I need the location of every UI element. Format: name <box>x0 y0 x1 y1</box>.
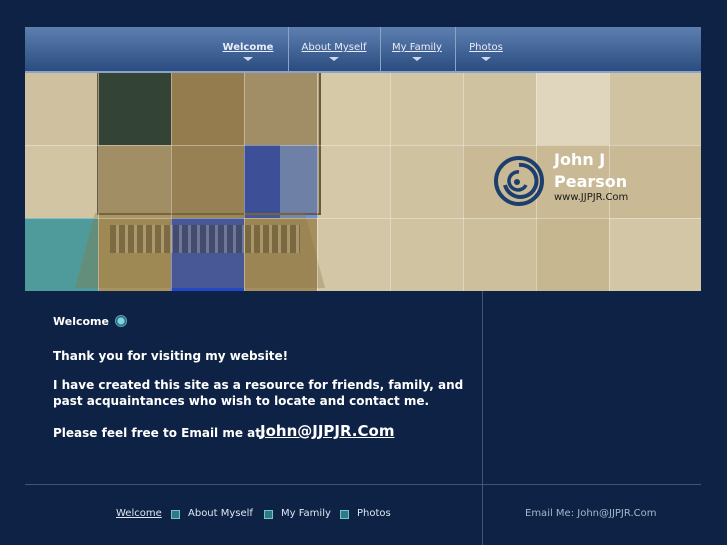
page-title: Welcome <box>53 315 109 328</box>
footer-email[interactable]: Email Me: John@JJPJR.Com <box>525 508 656 519</box>
radio-bullet-icon <box>115 315 127 327</box>
nav-welcome[interactable]: Welcome <box>215 27 281 71</box>
nav-my-family[interactable]: My Family <box>387 27 447 71</box>
column-divider <box>482 291 483 545</box>
grid-line <box>25 145 701 146</box>
banner-tile <box>536 73 609 145</box>
grid-line <box>463 73 464 291</box>
banner-tile <box>463 218 536 291</box>
banner-tile <box>609 218 701 291</box>
footer-link-photos[interactable]: Photos <box>357 508 391 519</box>
page-frame: Welcome About Myself My Family Photos Jo… <box>25 27 701 545</box>
square-bullet-icon <box>340 510 349 519</box>
grid-line <box>171 73 172 291</box>
triangle-down-icon <box>243 57 253 61</box>
thanks-text: Thank you for visiting my website! <box>53 349 289 363</box>
grid-line <box>390 73 391 291</box>
resource-text-line2: past acquaintances who wish to locate an… <box>53 394 430 408</box>
nav-photos-label[interactable]: Photos <box>463 42 509 53</box>
square-bullet-icon <box>171 510 180 519</box>
footer-divider <box>25 484 701 485</box>
nav-divider <box>288 27 289 71</box>
banner-tile <box>317 73 390 145</box>
header-banner: John J Pearson www.JJPJR.Com <box>25 73 701 291</box>
grid-line <box>317 73 318 291</box>
grid-line <box>25 218 701 219</box>
nav-divider <box>380 27 381 71</box>
banner-tile <box>463 73 536 145</box>
grid-line <box>98 73 99 291</box>
nav-welcome-label[interactable]: Welcome <box>215 42 281 53</box>
banner-tile <box>317 145 390 218</box>
square-bullet-icon <box>264 510 273 519</box>
brand-name-line2: Pearson <box>554 172 628 191</box>
triangle-down-icon <box>412 57 422 61</box>
triangle-down-icon <box>329 57 339 61</box>
email-prompt: Please feel free to Email me at: <box>53 426 266 440</box>
email-link[interactable]: John@JJPJR.Com <box>260 422 394 440</box>
banner-tile <box>25 145 98 218</box>
triangle-down-icon <box>481 57 491 61</box>
footer-link-welcome[interactable]: Welcome <box>116 508 162 519</box>
banner-tile <box>390 73 463 145</box>
nav-my-family-label[interactable]: My Family <box>387 42 447 53</box>
laptop-keyboard-image <box>110 225 300 253</box>
brand-name: John J Pearson <box>554 149 694 193</box>
resource-text-line1: I have created this site as a resource f… <box>53 378 464 392</box>
nav-about-myself-label[interactable]: About Myself <box>296 42 372 53</box>
footer-link-my-family[interactable]: My Family <box>281 508 331 519</box>
top-navigation: Welcome About Myself My Family Photos <box>25 27 701 73</box>
banner-tile <box>390 145 463 218</box>
nav-divider <box>455 27 456 71</box>
nav-about-myself[interactable]: About Myself <box>296 27 372 71</box>
banner-tile <box>536 218 609 291</box>
laptop-screen-image <box>97 73 321 215</box>
grid-line <box>244 73 245 291</box>
brand-url: www.JJPJR.Com <box>554 192 629 203</box>
nav-photos[interactable]: Photos <box>463 27 509 71</box>
banner-tile <box>317 218 390 291</box>
brand-name-line1: John J <box>554 150 606 169</box>
banner-tile <box>25 73 98 145</box>
footer-link-about-myself[interactable]: About Myself <box>188 508 253 519</box>
banner-tile <box>390 218 463 291</box>
banner-tile <box>609 73 701 145</box>
swirl-logo-icon <box>494 156 544 206</box>
